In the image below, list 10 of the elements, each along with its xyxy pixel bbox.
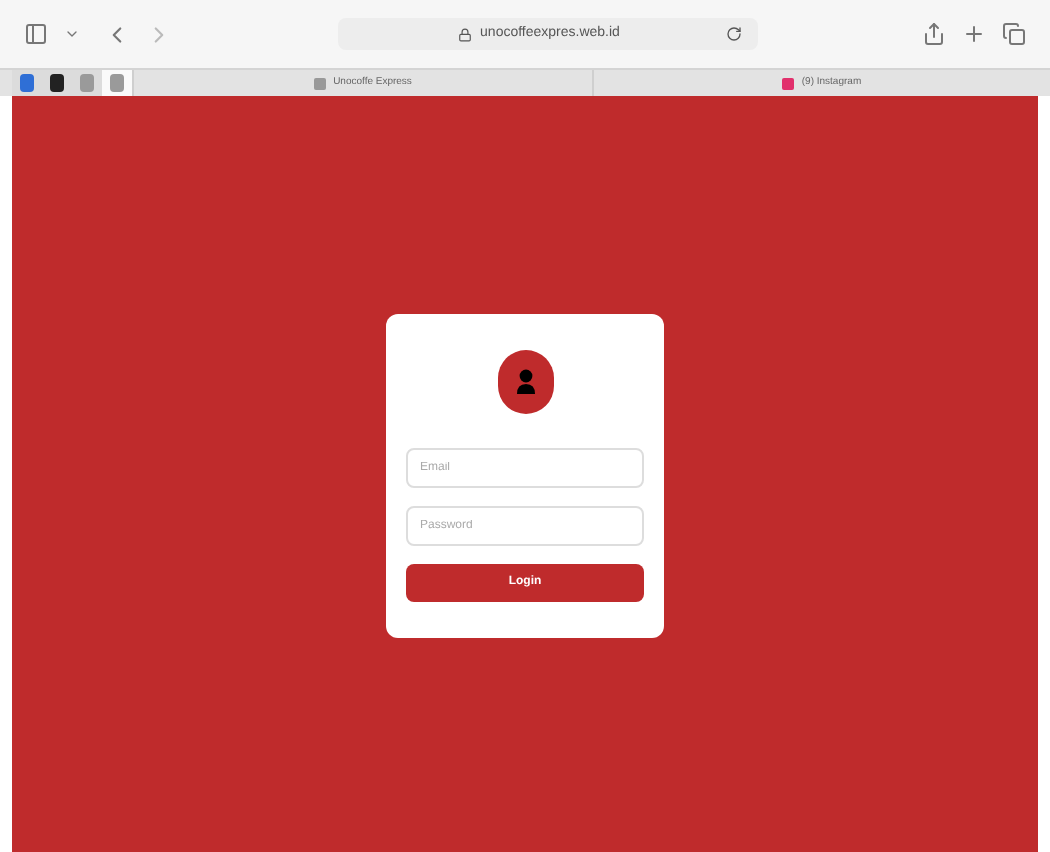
reload-icon[interactable] [725,26,741,42]
share-icon[interactable] [922,22,946,46]
lock-icon [458,27,473,41]
site-icon [781,77,794,89]
avatar-icon [497,350,553,414]
chevron-down-icon[interactable] [64,26,80,42]
tabs-icon[interactable] [1002,22,1026,46]
new-tab-icon[interactable] [962,22,986,46]
site-icon [313,77,326,89]
sidebar-icon[interactable] [24,22,48,46]
